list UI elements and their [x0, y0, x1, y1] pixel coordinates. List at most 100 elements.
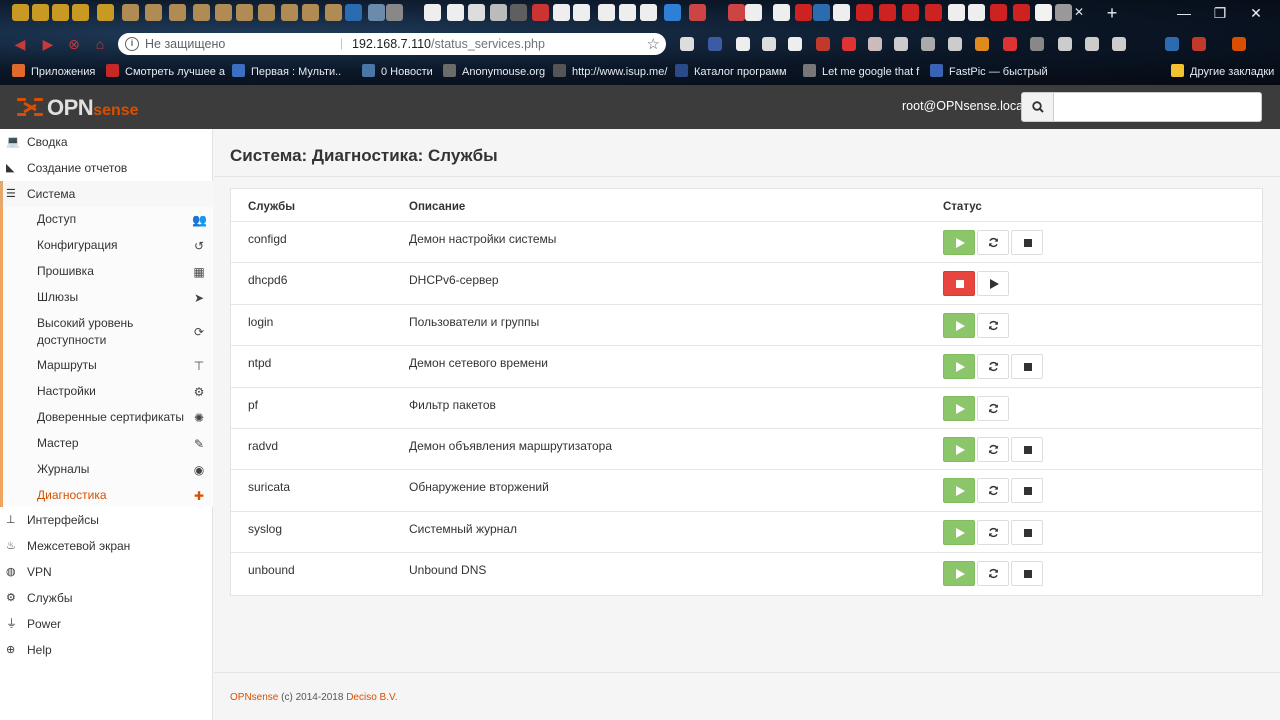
- browser-tab[interactable]: [990, 4, 1007, 21]
- sidebar-item-службы[interactable]: ⚙ Службы: [0, 585, 213, 611]
- bookmark-item[interactable]: Anonymouse.org: [443, 64, 545, 78]
- browser-tab[interactable]: [689, 4, 706, 21]
- forward-icon[interactable]: ▶: [40, 36, 56, 52]
- extension-icon[interactable]: [680, 37, 694, 51]
- restart-service-button[interactable]: [977, 312, 1009, 338]
- sidebar-subitem[interactable]: Конфигурация ↺: [3, 233, 213, 259]
- sidebar-subitem[interactable]: Прошивка ▦: [3, 259, 213, 285]
- footer-company-link[interactable]: Deciso B.V.: [346, 692, 397, 703]
- bookmark-item[interactable]: Let me google that f: [803, 64, 919, 78]
- bookmark-star-icon[interactable]: ☆: [647, 35, 660, 53]
- browser-tab[interactable]: [856, 4, 873, 21]
- extension-icon[interactable]: [1232, 37, 1246, 51]
- browser-tab[interactable]: [664, 4, 681, 21]
- browser-tab[interactable]: [795, 4, 812, 21]
- browser-tab[interactable]: [773, 4, 790, 21]
- sidebar-subitem[interactable]: Мастер ✎: [3, 431, 213, 457]
- extension-icon[interactable]: [948, 37, 962, 51]
- extension-icon[interactable]: [708, 37, 722, 51]
- restart-service-button[interactable]: [977, 478, 1009, 504]
- browser-tab[interactable]: [302, 4, 319, 21]
- sidebar-subitem[interactable]: Высокий уровень доступности ⟳: [3, 311, 213, 353]
- start-service-button[interactable]: [977, 271, 1009, 297]
- browser-tab[interactable]: [325, 4, 342, 21]
- browser-tab[interactable]: [424, 4, 441, 21]
- sidebar-item-power[interactable]: ⏚ Power: [0, 611, 213, 637]
- sidebar-item-vpn[interactable]: ◍ VPN: [0, 559, 213, 585]
- sidebar-subitem[interactable]: Доступ 👥: [3, 207, 213, 233]
- info-icon[interactable]: i: [125, 37, 139, 51]
- sidebar-subitem[interactable]: Доверенные сертификаты ✺: [3, 405, 213, 431]
- browser-tab[interactable]: [925, 4, 942, 21]
- extension-icon[interactable]: [1003, 37, 1017, 51]
- service-running-button[interactable]: [943, 230, 975, 255]
- browser-tab[interactable]: [447, 4, 464, 21]
- sidebar-subitem[interactable]: Журналы ◉: [3, 457, 213, 483]
- sidebar-subitem[interactable]: Шлюзы ➤: [3, 285, 213, 311]
- browser-tab[interactable]: [52, 4, 69, 21]
- restart-service-button[interactable]: [977, 395, 1009, 421]
- footer-brand-link[interactable]: OPNsense: [230, 692, 278, 703]
- browser-tab[interactable]: [490, 4, 507, 21]
- browser-tab[interactable]: [745, 4, 762, 21]
- search-input[interactable]: [1054, 92, 1262, 122]
- browser-tab[interactable]: [386, 4, 403, 21]
- sidebar-item-dashboard[interactable]: 💻 Сводка: [0, 129, 213, 155]
- browser-tab[interactable]: [236, 4, 253, 21]
- home-icon[interactable]: ⌂: [92, 36, 108, 52]
- address-bar[interactable]: i Не защищено | 192.168.7.110/status_ser…: [118, 33, 666, 55]
- extension-icon[interactable]: [1165, 37, 1179, 51]
- service-running-button[interactable]: [943, 312, 975, 338]
- browser-tab[interactable]: [640, 4, 657, 21]
- stop-service-button[interactable]: [1011, 354, 1043, 380]
- sidebar-subitem[interactable]: Диагностика ✚: [3, 483, 213, 509]
- restart-service-button[interactable]: [977, 561, 1009, 587]
- browser-tab[interactable]: [510, 4, 527, 21]
- back-icon[interactable]: ◀: [12, 36, 28, 52]
- bookmark-item[interactable]: http://www.isup.me/: [553, 64, 667, 78]
- bookmark-item[interactable]: Приложения: [12, 64, 95, 78]
- stop-icon[interactable]: ⊗: [66, 36, 82, 52]
- extension-icon[interactable]: [788, 37, 802, 51]
- stop-service-button[interactable]: [1011, 478, 1043, 504]
- bookmark-item[interactable]: FastPic — быстрый: [930, 64, 1048, 78]
- browser-tab[interactable]: [598, 4, 615, 21]
- sidebar-item-интерфейсы[interactable]: ⊥ Интерфейсы: [0, 507, 213, 533]
- stop-service-button[interactable]: [1011, 561, 1043, 587]
- sidebar-subitem[interactable]: Маршруты ⊤: [3, 353, 213, 379]
- service-running-button[interactable]: [943, 437, 975, 462]
- extension-icon[interactable]: [975, 37, 989, 51]
- browser-tab[interactable]: [468, 4, 485, 21]
- browser-tab[interactable]: [948, 4, 965, 21]
- bookmark-item[interactable]: Каталог программ: [675, 64, 787, 78]
- extension-icon[interactable]: [1085, 37, 1099, 51]
- browser-tab[interactable]: [32, 4, 49, 21]
- browser-tab[interactable]: [193, 4, 210, 21]
- browser-tab[interactable]: [833, 4, 850, 21]
- close-window-button[interactable]: ✕: [1232, 0, 1280, 26]
- user-label[interactable]: root@OPNsense.local: [902, 99, 1026, 113]
- extension-icon[interactable]: [1058, 37, 1072, 51]
- tab-close-icon[interactable]: ✕: [1074, 5, 1084, 19]
- browser-tab[interactable]: [968, 4, 985, 21]
- extension-icon[interactable]: [736, 37, 750, 51]
- service-stopped-button[interactable]: [943, 271, 975, 297]
- service-running-button[interactable]: [943, 354, 975, 380]
- browser-tab[interactable]: [879, 4, 896, 21]
- service-running-button[interactable]: [943, 395, 975, 421]
- browser-tab[interactable]: [532, 4, 549, 21]
- sidebar-item-system[interactable]: ☰ Система: [0, 181, 213, 207]
- extension-icon[interactable]: [842, 37, 856, 51]
- browser-tab[interactable]: [902, 4, 919, 21]
- extension-icon[interactable]: [1112, 37, 1126, 51]
- browser-tab[interactable]: [145, 4, 162, 21]
- extension-icon[interactable]: [868, 37, 882, 51]
- service-running-button[interactable]: [943, 519, 975, 545]
- extension-icon[interactable]: [1030, 37, 1044, 51]
- restart-service-button[interactable]: [977, 230, 1009, 255]
- restart-service-button[interactable]: [977, 437, 1009, 462]
- restart-service-button[interactable]: [977, 519, 1009, 545]
- extension-icon[interactable]: [1192, 37, 1206, 51]
- browser-tab[interactable]: [215, 4, 232, 21]
- stop-service-button[interactable]: [1011, 230, 1043, 255]
